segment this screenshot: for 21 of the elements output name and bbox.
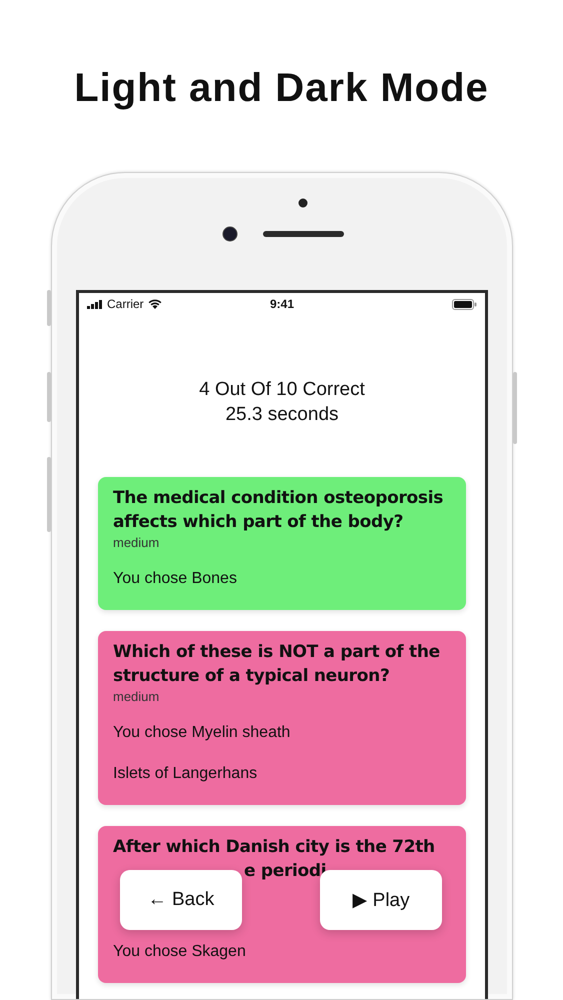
- chosen-answer: You chose Myelin sheath: [113, 723, 292, 743]
- chosen-answer: You chose Bones: [113, 569, 238, 589]
- signal-icon: [87, 300, 103, 308]
- wifi-icon: [148, 299, 162, 309]
- page-title: Light and Dark Mode: [73, 65, 490, 112]
- sensor-icon: [298, 198, 308, 208]
- chosen-answer: You chose Skagen: [113, 942, 247, 962]
- score-text: 4 Out Of 10 Correct: [199, 378, 365, 402]
- battery-icon: [452, 298, 477, 310]
- difficulty-label: medium: [113, 534, 160, 552]
- question-text: The medical condition osteoporosis affects which part of the body?: [113, 487, 444, 534]
- carrier-label: Carrier: [107, 297, 144, 311]
- difficulty-label: medium: [113, 688, 160, 706]
- question-text: Which of these is NOT a part of the structure of a typical neuron?: [113, 641, 441, 688]
- elapsed-time: 25.3 seconds: [225, 403, 339, 427]
- speaker-icon: [263, 231, 344, 237]
- question-text: After which Danish city is the 72th: [113, 836, 436, 859]
- back-button[interactable]: ← Back: [120, 870, 242, 930]
- camera-icon: [222, 226, 238, 242]
- correct-answer: Islets of Langerhans: [113, 764, 258, 784]
- clock-time: 9:41: [270, 297, 294, 311]
